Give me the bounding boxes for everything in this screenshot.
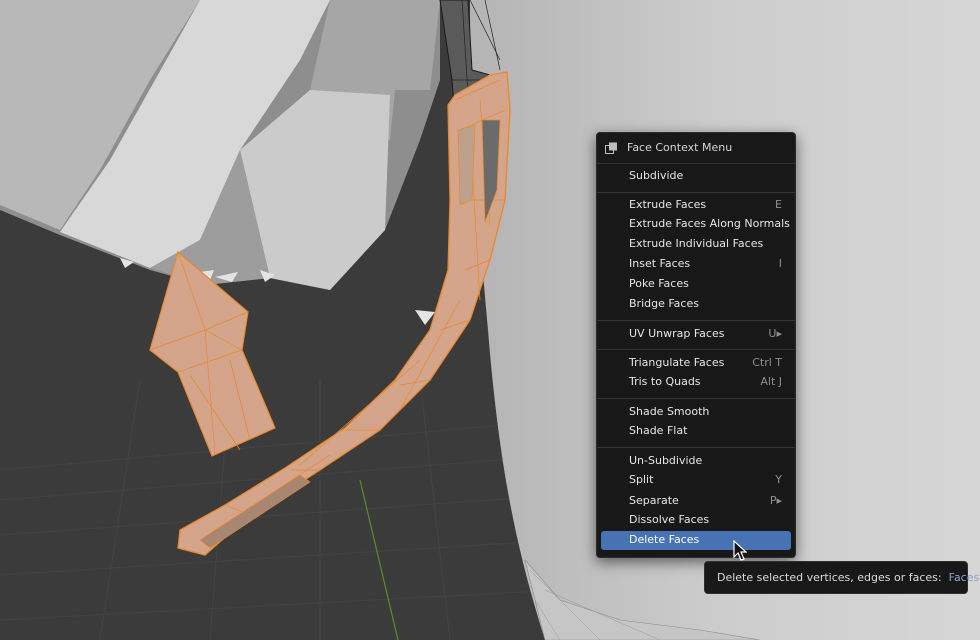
menu-item-shortcut: E bbox=[775, 198, 782, 211]
menu-item-shortcut: P▸ bbox=[769, 494, 782, 507]
menu-separator bbox=[597, 398, 795, 399]
menu-item-uv-unwrap-faces[interactable]: UV Unwrap Faces U▸ bbox=[601, 325, 791, 344]
tooltip-description: Delete selected vertices, edges or faces… bbox=[717, 571, 979, 584]
menu-item-label: Extrude Individual Faces bbox=[629, 237, 764, 250]
menu-item-subdivide[interactable]: Subdivide bbox=[601, 167, 791, 186]
menu-item-tris-to-quads[interactable]: Tris to Quads Alt J bbox=[601, 373, 791, 392]
menu-item-label: Extrude Faces Along Normals bbox=[629, 217, 790, 230]
menu-separator bbox=[597, 447, 795, 448]
menu-item-dissolve-faces[interactable]: Dissolve Faces bbox=[601, 511, 791, 530]
tooltip-description-text: Delete selected vertices, edges or faces… bbox=[717, 571, 942, 584]
menu-item-label: UV Unwrap Faces bbox=[629, 327, 725, 340]
menu-separator bbox=[597, 192, 795, 193]
menu-item-un-subdivide[interactable]: Un-Subdivide bbox=[601, 452, 791, 471]
menu-title: Face Context Menu bbox=[627, 141, 733, 154]
menu-item-label: Shade Smooth bbox=[629, 405, 710, 418]
mouse-cursor-icon bbox=[733, 540, 747, 561]
menu-item-extrude-individual-faces[interactable]: Extrude Individual Faces bbox=[601, 235, 791, 254]
menu-item-bridge-faces[interactable]: Bridge Faces bbox=[601, 295, 791, 314]
menu-item-label: Bridge Faces bbox=[629, 297, 699, 310]
tooltip: Delete selected vertices, edges or faces… bbox=[704, 561, 979, 594]
menu-item-label: Tris to Quads bbox=[629, 375, 701, 388]
menu-item-label: Poke Faces bbox=[629, 277, 689, 290]
menu-separator bbox=[597, 163, 795, 164]
menu-item-delete-faces[interactable]: Delete Faces bbox=[601, 531, 791, 550]
menu-item-label: Extrude Faces bbox=[629, 198, 707, 211]
menu-separator bbox=[597, 320, 795, 321]
menu-item-label: Delete Faces bbox=[629, 533, 700, 546]
menu-panel-icon bbox=[605, 142, 617, 154]
menu-item-shortcut: I bbox=[778, 257, 782, 270]
menu-item-extrude-faces-along-normals[interactable]: Extrude Faces Along Normals bbox=[601, 215, 791, 234]
face-context-menu: Face Context Menu Subdivide Extrude Face… bbox=[596, 132, 796, 558]
menu-item-inset-faces[interactable]: Inset Faces I bbox=[601, 255, 791, 274]
menu-item-split[interactable]: Split Y bbox=[601, 471, 791, 490]
menu-item-separate[interactable]: Separate P▸ bbox=[601, 492, 791, 511]
menu-item-label: Split bbox=[629, 473, 654, 486]
menu-item-shortcut: Alt J bbox=[760, 375, 782, 388]
menu-item-shortcut: U▸ bbox=[768, 327, 782, 340]
3d-viewport[interactable] bbox=[0, 0, 980, 640]
menu-item-label: Triangulate Faces bbox=[629, 356, 725, 369]
menu-separator bbox=[597, 349, 795, 350]
menu-item-shade-smooth[interactable]: Shade Smooth bbox=[601, 403, 791, 422]
viewport-scene bbox=[0, 0, 980, 640]
menu-item-extrude-faces[interactable]: Extrude Faces E bbox=[601, 196, 791, 215]
menu-item-label: Shade Flat bbox=[629, 424, 688, 437]
menu-item-shade-flat[interactable]: Shade Flat bbox=[601, 422, 791, 441]
menu-item-label: Dissolve Faces bbox=[629, 513, 710, 526]
menu-item-shortcut: Ctrl T bbox=[752, 356, 782, 369]
tooltip-value: Faces bbox=[948, 571, 980, 584]
menu-item-triangulate-faces[interactable]: Triangulate Faces Ctrl T bbox=[601, 354, 791, 373]
menu-header: Face Context Menu bbox=[597, 133, 795, 163]
menu-item-poke-faces[interactable]: Poke Faces bbox=[601, 275, 791, 294]
menu-item-label: Subdivide bbox=[629, 169, 684, 182]
menu-item-label: Separate bbox=[629, 494, 679, 507]
menu-item-shortcut: Y bbox=[775, 473, 782, 486]
menu-item-label: Inset Faces bbox=[629, 257, 691, 270]
menu-item-label: Un-Subdivide bbox=[629, 454, 703, 467]
